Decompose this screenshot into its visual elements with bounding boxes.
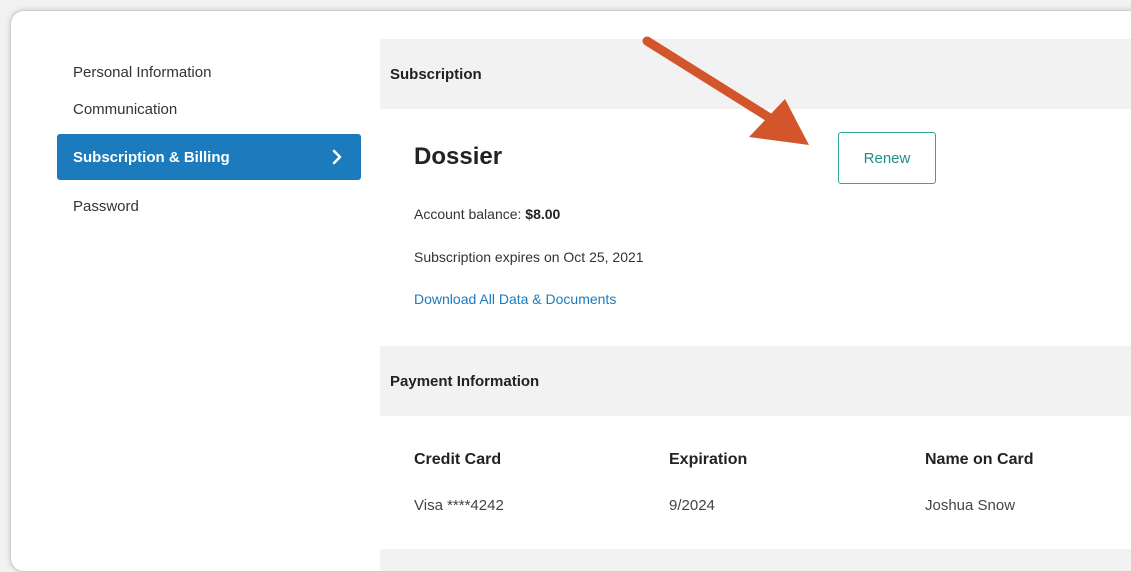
sidebar-item-label: Subscription & Billing [73, 148, 230, 166]
column-header-expiration: Expiration [669, 451, 748, 468]
sidebar-item-label: Password [73, 197, 139, 215]
expiration-value: 9/2024 [669, 497, 715, 514]
sidebar-item-subscription-billing[interactable]: Subscription & Billing [57, 134, 361, 180]
renew-button[interactable]: Renew [838, 132, 936, 184]
account-balance-value: $8.00 [525, 206, 561, 222]
plan-name: Dossier [414, 143, 503, 170]
download-all-link[interactable]: Download All Data & Documents [414, 291, 616, 307]
sidebar-item-password[interactable]: Password [57, 183, 361, 229]
chevron-right-icon [329, 149, 345, 165]
sidebar-item-communication[interactable]: Communication [57, 86, 361, 132]
subscription-header: Subscription [380, 39, 1131, 109]
sidebar-item-label: Communication [73, 100, 178, 118]
column-header-credit-card: Credit Card [414, 451, 502, 468]
column-header-name-on-card: Name on Card [925, 451, 1034, 468]
payment-header: Payment Information [380, 346, 1131, 416]
sidebar-item-label: Personal Information [73, 63, 212, 81]
account-balance-label: Account balance: [414, 206, 526, 222]
subscription-expiry: Subscription expires on Oct 25, 2021 [414, 249, 644, 265]
next-section-bar [380, 549, 1131, 571]
credit-card-value: Visa ****4242 [414, 497, 504, 514]
settings-sidebar: Personal Information Communication Subsc… [11, 11, 371, 571]
account-balance: Account balance: $8.00 [414, 206, 560, 222]
main-content: Subscription Dossier Renew Account balan… [380, 11, 1131, 571]
settings-window: Personal Information Communication Subsc… [10, 10, 1131, 572]
name-on-card-value: Joshua Snow [925, 497, 1016, 514]
